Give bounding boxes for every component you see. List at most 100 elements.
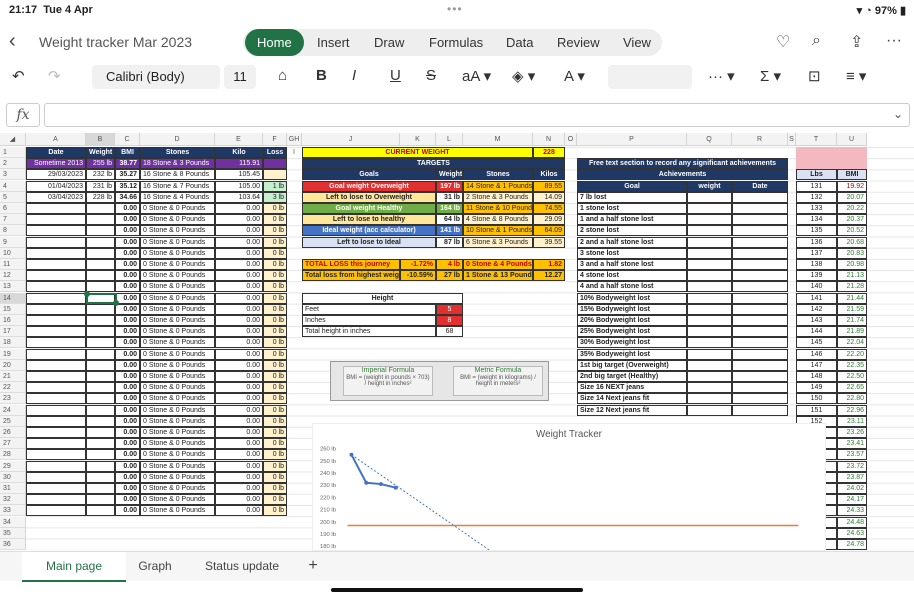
column-header[interactable]: R — [732, 133, 788, 146]
bmi-value[interactable]: 22.35 — [837, 359, 867, 371]
bmi-value[interactable]: 20.98 — [837, 259, 867, 270]
bmi-lbs[interactable]: 151 — [796, 404, 837, 416]
format-painter-icon[interactable]: ⌂ — [278, 67, 287, 84]
log-empty-cell[interactable]: 0 lb — [263, 259, 287, 270]
bmi-value[interactable]: 20.22 — [837, 203, 867, 214]
row-header[interactable]: 22 — [0, 382, 26, 394]
achievement-goal[interactable]: 3 stone lost — [577, 247, 687, 259]
bmi-value[interactable]: 23.57 — [837, 449, 867, 461]
log-empty-cell[interactable]: 0 Stone & 0 Pounds — [140, 326, 215, 338]
log-empty-cell[interactable]: 0 lb — [263, 247, 287, 259]
log-cell[interactable]: 35.12 — [115, 180, 140, 192]
log-empty-cell[interactable]: 0.00 — [215, 415, 263, 427]
font-size-field[interactable]: 11 — [224, 65, 256, 89]
log-empty-cell[interactable]: 0 lb — [263, 415, 287, 427]
achievement-goal[interactable]: 4 and a half stone lost — [577, 281, 687, 293]
lightbulb-icon[interactable]: ♡ — [776, 32, 790, 52]
achievements-title[interactable]: Achievements — [577, 169, 788, 181]
more-options-icon[interactable]: ··· ▾ — [708, 67, 735, 85]
targets-header[interactable]: Kilos — [533, 169, 565, 181]
achievement-date[interactable] — [732, 236, 788, 248]
bmi-value[interactable]: 23.11 — [837, 415, 867, 427]
log-empty-cell[interactable] — [86, 348, 115, 360]
column-header[interactable]: M — [463, 133, 533, 146]
column-header[interactable]: F — [263, 133, 287, 146]
log-empty-cell[interactable]: 0.00 — [115, 315, 140, 326]
log-empty-cell[interactable]: 0 Stone & 0 Pounds — [140, 348, 215, 360]
underline-icon[interactable]: U — [390, 67, 401, 84]
log-cell[interactable]: 38.77 — [115, 158, 140, 170]
log-empty-cell[interactable]: 0 lb — [263, 292, 287, 304]
log-empty-cell[interactable]: 0.00 — [115, 326, 140, 338]
log-header-cell[interactable]: BMI — [115, 147, 140, 158]
log-empty-cell[interactable]: 0 lb — [263, 382, 287, 394]
log-empty-cell[interactable]: 0 Stone & 0 Pounds — [140, 225, 215, 237]
bmi-lbs[interactable]: 134 — [796, 214, 837, 226]
row-header[interactable]: 18 — [0, 337, 26, 349]
achievements-header[interactable]: weight — [687, 180, 732, 192]
row-header[interactable]: 30 — [0, 471, 26, 483]
target-goal[interactable]: Goal weight Overweight — [302, 180, 436, 192]
log-empty-cell[interactable]: 0.00 — [115, 427, 140, 438]
log-empty-cell[interactable]: 0.00 — [115, 259, 140, 270]
weight-chart[interactable]: Weight Tracker 260 lb 250 lb 240 lb 230 lb 2… — [312, 423, 826, 551]
bmi-value[interactable]: 20.07 — [837, 191, 867, 203]
bmi-lbs[interactable]: 136 — [796, 236, 837, 248]
log-empty-cell[interactable]: 0 lb — [263, 483, 287, 494]
search-icon[interactable]: ⌕ — [812, 32, 821, 50]
chevron-down-icon[interactable]: ⌄ — [893, 107, 903, 121]
target-goal[interactable]: Ideal weight (acc calculator) — [302, 225, 436, 237]
bmi-value[interactable]: 21.44 — [837, 292, 867, 304]
row-header[interactable]: 24 — [0, 404, 26, 416]
insert-comment-icon[interactable]: ⊡ — [808, 67, 821, 85]
row-header[interactable]: 5 — [0, 191, 26, 203]
log-empty-cell[interactable]: 0 lb — [263, 225, 287, 237]
achievement-date[interactable] — [732, 292, 788, 304]
target-kilos[interactable]: 64.09 — [533, 225, 565, 237]
log-empty-cell[interactable]: 0 Stone & 0 Pounds — [140, 359, 215, 371]
achievement-date[interactable] — [732, 270, 788, 282]
column-header[interactable]: O — [565, 133, 577, 146]
bmi-lbs[interactable]: 150 — [796, 393, 837, 405]
log-empty-cell[interactable]: 0.00 — [115, 505, 140, 517]
achievement-goal[interactable]: 15% Bodyweight lost — [577, 303, 687, 315]
log-empty-cell[interactable]: 0 Stone & 0 Pounds — [140, 303, 215, 315]
current-weight-label[interactable]: CURRENT WEIGHT — [302, 147, 533, 158]
log-empty-cell[interactable]: 0 lb — [263, 438, 287, 450]
select-all-corner[interactable]: ◢ — [0, 133, 26, 146]
log-empty-cell[interactable]: 0 lb — [263, 427, 287, 438]
log-empty-cell[interactable]: 0.00 — [115, 471, 140, 483]
target-kilos[interactable]: 89.55 — [533, 180, 565, 192]
log-cell[interactable]: 255 lb — [86, 158, 115, 170]
bmi-value[interactable]: 21.74 — [837, 315, 867, 326]
log-empty-cell[interactable] — [26, 449, 86, 461]
log-empty-cell[interactable]: 0.00 — [215, 359, 263, 371]
bmi-lbs[interactable]: 139 — [796, 270, 837, 282]
log-cell[interactable]: 16 Stone & 8 Pounds — [140, 169, 215, 181]
log-empty-cell[interactable]: 0 Stone & 0 Pounds — [140, 203, 215, 214]
bmi-lbs[interactable]: 133 — [796, 203, 837, 214]
log-empty-cell[interactable] — [26, 393, 86, 405]
bmi-header[interactable]: Lbs — [796, 169, 837, 181]
achievement-weight[interactable] — [687, 348, 732, 360]
bmi-value[interactable]: 19.92 — [837, 180, 867, 192]
bmi-lbs[interactable]: 143 — [796, 315, 837, 326]
achievement-weight[interactable] — [687, 292, 732, 304]
fill-color-icon[interactable]: ◈ ▾ — [512, 67, 535, 85]
achievement-date[interactable] — [732, 247, 788, 259]
column-header[interactable]: U — [837, 133, 867, 146]
achievements-header[interactable]: Date — [732, 180, 788, 192]
style-box[interactable] — [608, 65, 692, 89]
bmi-value[interactable]: 23.87 — [837, 471, 867, 483]
row-header[interactable]: 6 — [0, 203, 26, 214]
log-empty-cell[interactable]: 0.00 — [115, 303, 140, 315]
target-stones[interactable]: 10 Stone & 1 Pounds — [463, 225, 533, 237]
bmi-value[interactable]: 20.68 — [837, 236, 867, 248]
log-empty-cell[interactable]: 0.00 — [215, 337, 263, 349]
height-label[interactable]: Inches — [302, 315, 436, 326]
log-empty-cell[interactable] — [86, 415, 115, 427]
achievement-weight[interactable] — [687, 303, 732, 315]
log-empty-cell[interactable] — [26, 348, 86, 360]
column-header[interactable]: N — [533, 133, 565, 146]
row-header[interactable]: 31 — [0, 483, 26, 494]
